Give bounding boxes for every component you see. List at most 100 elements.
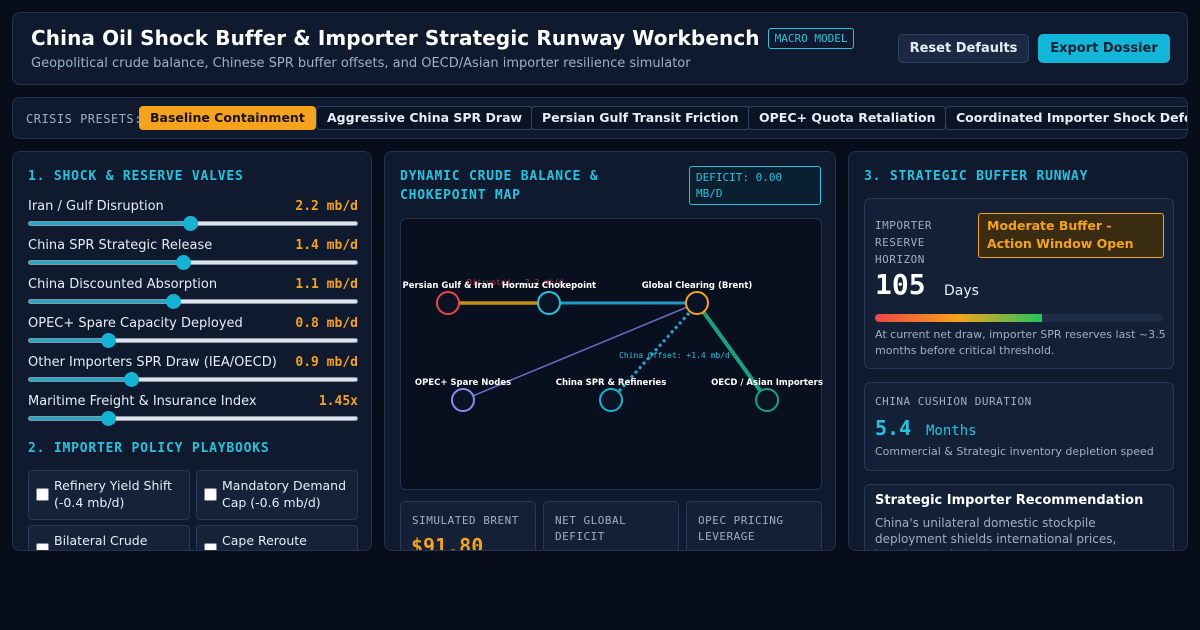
node-hormuz[interactable]: [537, 291, 561, 315]
china-cushion-card: CHINA CUSHION DURATION 5.4 Months Commer…: [864, 382, 1174, 471]
node-oecd[interactable]: [755, 388, 779, 412]
preset-aggressive-china-spr-draw[interactable]: Aggressive China SPR Draw: [316, 106, 534, 130]
slider-fill: [29, 417, 108, 420]
playbook-label: Cape Reroute: [222, 533, 307, 548]
playbook-mandatory-demand-cap[interactable]: Mandatory Demand Cap (-0.6 mb/d): [196, 470, 358, 520]
slider-track[interactable]: [28, 333, 358, 348]
preset-persian-gulf-transit-friction[interactable]: Persian Gulf Transit Friction: [531, 106, 750, 130]
node-brent[interactable]: [685, 291, 709, 315]
slider-fill: [29, 300, 174, 303]
macro-model-badge: MACRO MODEL: [767, 27, 855, 49]
reset-defaults-button[interactable]: Reset Defaults: [898, 34, 1029, 63]
node-label-oecd: OECD / Asian Importers: [711, 378, 823, 388]
slider-track[interactable]: [28, 372, 358, 387]
page-title: China Oil Shock Buffer & Importer Strate…: [31, 26, 760, 50]
preset-opec-quota-retaliation[interactable]: OPEC+ Quota Retaliation: [748, 106, 947, 130]
node-label-gulf: Persian Gulf & Iran: [402, 281, 493, 291]
slider-value: 1.4 mb/d: [295, 238, 358, 253]
playbook-checkbox[interactable]: [204, 543, 217, 550]
metric-label: SIMULATED BRENT: [412, 514, 519, 527]
status-badge: Moderate Buffer - Action Window Open: [978, 213, 1164, 258]
presets-label: CRISIS PRESETS:: [26, 112, 142, 126]
slider-fill: [29, 261, 184, 264]
deficit-badge: DEFICIT: 0.00 MB/D: [689, 166, 821, 205]
chokepoint-map-svg: Disrupted: -2.2 mb/d China Offset: +1.4 …: [402, 278, 823, 412]
node-china[interactable]: [599, 388, 623, 412]
slider-label: China Discounted Absorption: [28, 277, 218, 292]
horizon-note: At current net draw, importer SPR reserv…: [875, 328, 1166, 357]
recommendation-text: China's unilateral domestic stockpile de…: [875, 516, 1117, 550]
valves-section-title: 1. SHOCK & RESERVE VALVES: [28, 169, 244, 184]
slider-fill: [29, 339, 108, 342]
reserve-horizon-card: IMPORTER RESERVE HORIZON Moderate Buffer…: [864, 198, 1174, 369]
slider-track[interactable]: [28, 255, 358, 270]
metric-simulated-brent: SIMULATED BRENT $91.80: [400, 501, 536, 551]
crisis-presets-bar: CRISIS PRESETS: Baseline Containment Agg…: [12, 97, 1188, 139]
metric-opec-pricing-leverage: OPEC PRICING LEVERAGE: [686, 501, 822, 550]
slider-thumb[interactable]: [123, 372, 139, 387]
horizon-label: IMPORTER RESERVE HORIZON: [875, 219, 932, 266]
runway-panel: 3. STRATEGIC BUFFER RUNWAY IMPORTER RESE…: [848, 151, 1188, 551]
slider-fill: [29, 378, 131, 381]
playbook-label: Mandatory Demand Cap (-0.6 mb/d): [222, 478, 347, 510]
days-unit: Days: [944, 283, 979, 299]
slider-value: 0.9 mb/d: [295, 355, 358, 370]
metric-net-global-deficit: NET GLOBAL DEFICIT: [543, 501, 679, 550]
recommendation-card: Strategic Importer Recommendation China'…: [864, 484, 1174, 550]
valves-panel: 1. SHOCK & RESERVE VALVES Iran / Gulf Di…: [12, 151, 372, 551]
metric-value: $91.80: [411, 534, 484, 551]
slider-thumb[interactable]: [100, 333, 116, 348]
reserve-horizon-fill: [875, 314, 1043, 322]
slider-label: Iran / Gulf Disruption: [28, 199, 164, 214]
node-label-china: China SPR & Refineries: [556, 378, 667, 388]
playbook-checkbox[interactable]: [36, 488, 49, 501]
cushion-label: CHINA CUSHION DURATION: [875, 395, 1032, 408]
playbook-label: Bilateral Crude: [54, 533, 148, 548]
node-gulf[interactable]: [436, 291, 460, 315]
map-section-title: DYNAMIC CRUDE BALANCE & CHOKEPOINT MAP: [400, 169, 599, 203]
slider-thumb[interactable]: [176, 255, 192, 270]
crude-balance-panel: DYNAMIC CRUDE BALANCE & CHOKEPOINT MAP D…: [384, 151, 836, 551]
playbooks-section-title: 2. IMPORTER POLICY PLAYBOOKS: [28, 441, 270, 456]
playbook-label: Refinery Yield Shift (-0.4 mb/d): [54, 478, 172, 510]
playbook-cape-reroute[interactable]: Cape Reroute: [196, 525, 358, 550]
slider-value: 1.1 mb/d: [295, 277, 358, 292]
slider-label: Other Importers SPR Draw (IEA/OECD): [28, 355, 277, 370]
node-label-hormuz: Hormuz Chokepoint: [502, 281, 596, 291]
slider-label: China SPR Strategic Release: [28, 238, 213, 253]
app-header: China Oil Shock Buffer & Importer Strate…: [12, 12, 1188, 85]
playbook-checkbox[interactable]: [36, 543, 49, 550]
page-subtitle: Geopolitical crude balance, Chinese SPR …: [31, 56, 691, 71]
slider-thumb[interactable]: [166, 294, 182, 309]
recommendation-title: Strategic Importer Recommendation: [875, 493, 1144, 508]
slider-fill: [29, 222, 190, 225]
slider-value: 1.45x: [318, 394, 358, 409]
chokepoint-map: Disrupted: -2.2 mb/d China Offset: +1.4 …: [400, 218, 823, 490]
cushion-note: Commercial & Strategic inventory depleti…: [875, 445, 1154, 458]
slider-thumb[interactable]: [182, 216, 198, 231]
playbook-bilateral-crude[interactable]: Bilateral Crude: [28, 525, 190, 550]
playbook-checkbox[interactable]: [204, 488, 217, 501]
slider-value: 0.8 mb/d: [295, 316, 358, 331]
reserve-horizon-bar: [875, 314, 1163, 322]
title-row: China Oil Shock Buffer & Importer Strate…: [31, 26, 855, 50]
preset-coordinated-importer-shock-defense[interactable]: Coordinated Importer Shock Defense: [945, 106, 1187, 130]
node-label-opec: OPEC+ Spare Nodes: [415, 378, 511, 388]
runway-section-title: 3. STRATEGIC BUFFER RUNWAY: [864, 169, 1089, 184]
slider-track[interactable]: [28, 294, 358, 309]
cushion-unit: Months: [926, 423, 977, 439]
slider-value: 2.2 mb/d: [295, 199, 358, 214]
preset-baseline-containment[interactable]: Baseline Containment: [139, 106, 316, 130]
node-label-brent: Global Clearing (Brent): [642, 281, 753, 291]
export-dossier-button[interactable]: Export Dossier: [1038, 34, 1170, 63]
slider-track[interactable]: [28, 216, 358, 231]
china-offset-flow-label: China Offset: +1.4 mb/d: [619, 351, 730, 360]
metric-label: OPEC PRICING LEVERAGE: [698, 514, 784, 543]
metric-label: NET GLOBAL DEFICIT: [555, 514, 627, 543]
days-value: 105: [875, 268, 926, 301]
slider-label: OPEC+ Spare Capacity Deployed: [28, 316, 243, 331]
slider-thumb[interactable]: [100, 411, 116, 426]
slider-track[interactable]: [28, 411, 358, 426]
node-opec[interactable]: [451, 388, 475, 412]
playbook-refinery-yield-shift[interactable]: Refinery Yield Shift (-0.4 mb/d): [28, 470, 190, 520]
